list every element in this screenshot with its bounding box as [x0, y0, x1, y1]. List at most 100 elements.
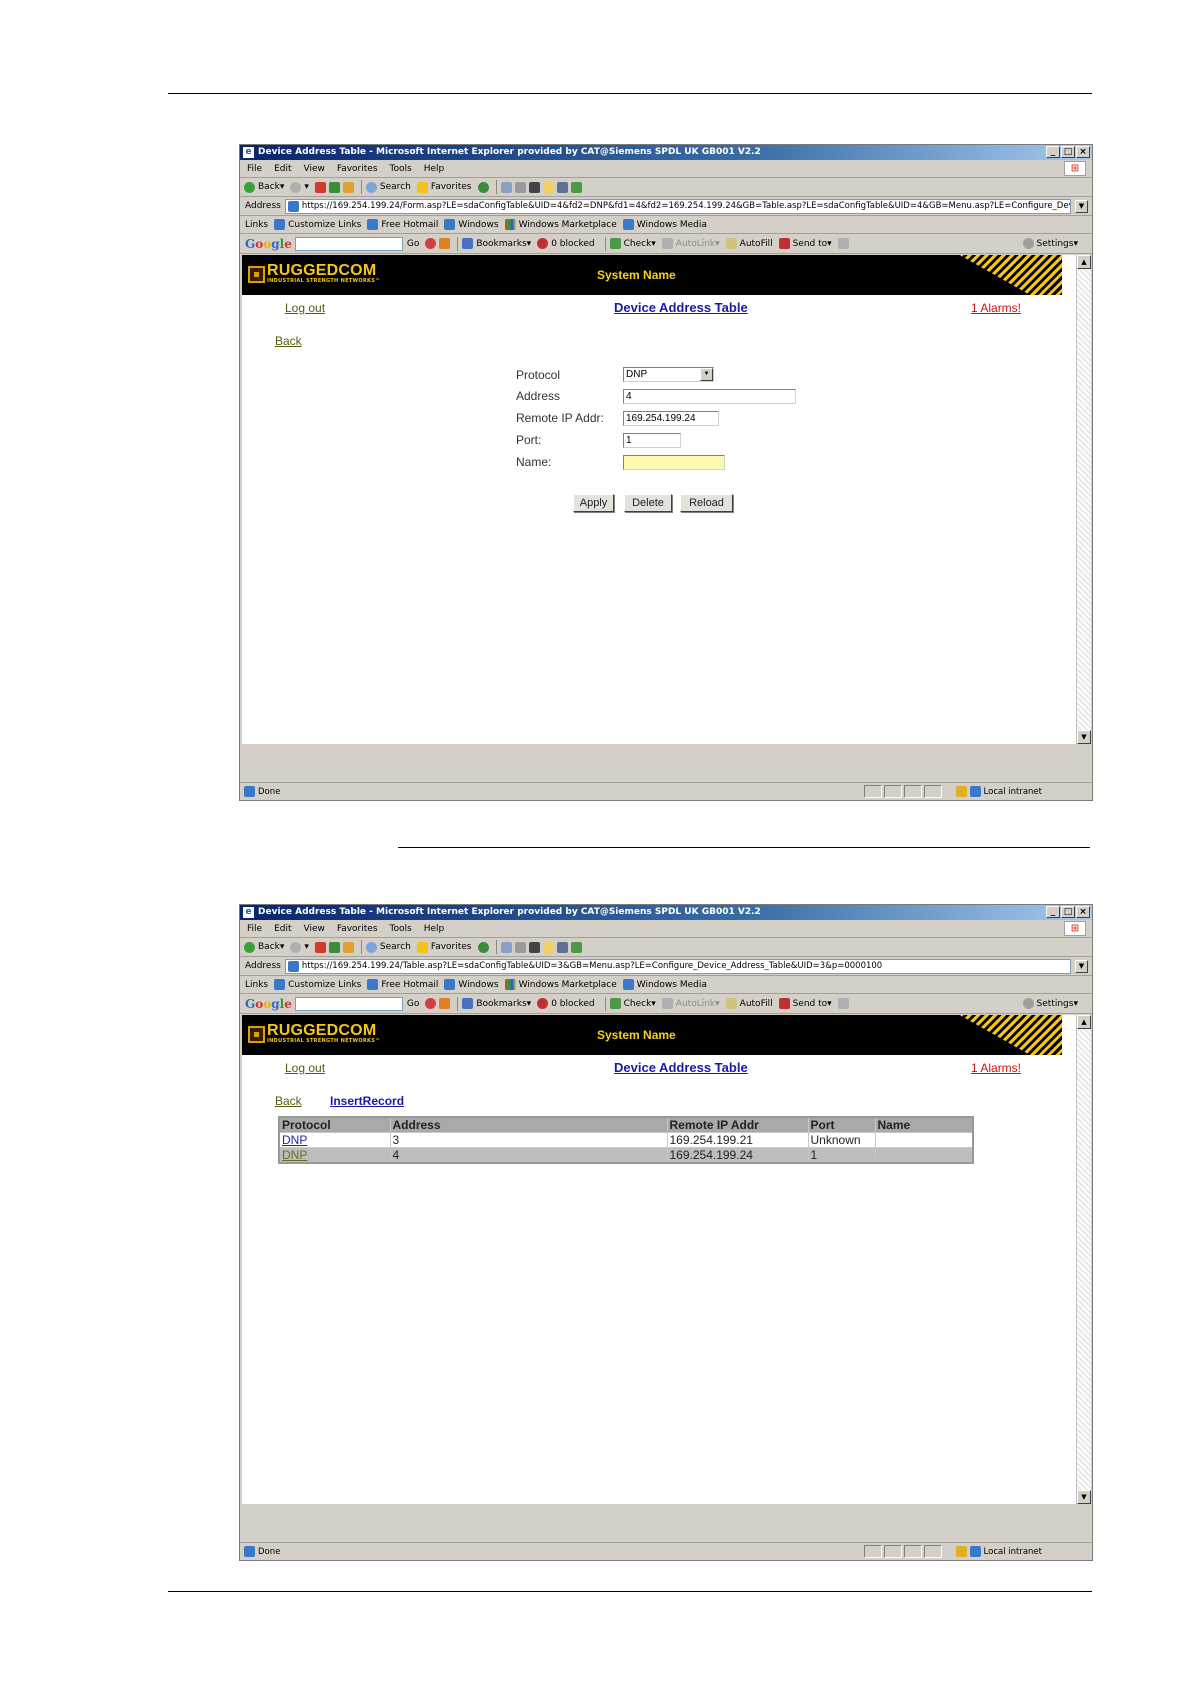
forward-button[interactable]: ▾: [290, 941, 309, 953]
page-title-link[interactable]: Device Address Table: [614, 1060, 748, 1075]
delete-button[interactable]: Delete: [624, 494, 672, 512]
edit-icon[interactable]: [528, 181, 540, 193]
link-windows-media[interactable]: Windows Media: [622, 979, 707, 990]
name-input[interactable]: [623, 455, 725, 470]
autolink-button[interactable]: AutoLink ▾: [661, 238, 720, 249]
minimize-button[interactable]: _: [1046, 906, 1060, 918]
mail-icon[interactable]: [500, 941, 512, 953]
protocol-link[interactable]: DNP: [282, 1148, 307, 1162]
menu-view[interactable]: View: [304, 164, 325, 174]
link-free-hotmail[interactable]: Free Hotmail: [367, 219, 438, 230]
autofill-button[interactable]: AutoFill: [725, 238, 773, 249]
refresh-icon[interactable]: [328, 941, 340, 953]
menu-file[interactable]: File: [247, 164, 262, 174]
research-icon[interactable]: [556, 941, 568, 953]
autolink-button[interactable]: AutoLink ▾: [661, 998, 720, 1009]
link-customize-links[interactable]: Customize Links: [274, 219, 361, 230]
menu-edit[interactable]: Edit: [274, 924, 291, 934]
maximize-button[interactable]: □: [1061, 146, 1075, 158]
back-link[interactable]: Back: [275, 334, 302, 348]
menu-help[interactable]: Help: [424, 924, 445, 934]
popup-blocker[interactable]: 0 blocked: [537, 998, 595, 1009]
maximize-button[interactable]: □: [1061, 906, 1075, 918]
messenger-icon[interactable]: [570, 181, 582, 193]
vertical-scrollbar[interactable]: ▲ ▼: [1076, 255, 1091, 744]
scroll-up-arrow-icon[interactable]: ▲: [1077, 1015, 1091, 1029]
cell-protocol[interactable]: DNP: [278, 1132, 391, 1148]
menu-file[interactable]: File: [247, 924, 262, 934]
mail-icon[interactable]: [500, 181, 512, 193]
page-title-link[interactable]: Device Address Table: [614, 300, 748, 315]
send-to-button[interactable]: Send to ▾: [778, 238, 832, 249]
news-icon[interactable]: [439, 238, 451, 249]
back-link[interactable]: Back: [275, 1094, 302, 1108]
remote-ip-input[interactable]: 169.254.199.24: [623, 411, 719, 426]
protocol-select[interactable]: DNP ▼: [623, 367, 714, 382]
autofill-button[interactable]: AutoFill: [725, 998, 773, 1009]
refresh-icon[interactable]: [328, 181, 340, 193]
spellcheck-button[interactable]: Check ▾: [609, 998, 656, 1009]
vertical-scrollbar[interactable]: ▲ ▼: [1076, 1015, 1091, 1504]
send-to-button[interactable]: Send to ▾: [778, 998, 832, 1009]
edit-icon[interactable]: [528, 941, 540, 953]
spellcheck-button[interactable]: Check ▾: [609, 238, 656, 249]
pencil-icon[interactable]: [837, 238, 849, 249]
menu-favorites[interactable]: Favorites: [337, 924, 378, 934]
menu-favorites[interactable]: Favorites: [337, 164, 378, 174]
close-button[interactable]: ×: [1076, 146, 1090, 158]
scroll-down-arrow-icon[interactable]: ▼: [1077, 1490, 1091, 1504]
favorites-button[interactable]: Favorites: [416, 941, 472, 953]
address-dropdown-button[interactable]: ▼: [1075, 959, 1088, 973]
logout-link[interactable]: Log out: [285, 1061, 325, 1075]
cell-protocol[interactable]: DNP: [278, 1147, 391, 1164]
address-input[interactable]: https://169.254.199.24/Table.asp?LE=sdaC…: [284, 958, 1071, 974]
minimize-button[interactable]: _: [1046, 146, 1060, 158]
google-search-input[interactable]: [294, 996, 403, 1011]
reload-button[interactable]: Reload: [680, 494, 733, 512]
settings-button[interactable]: Settings ▾: [1022, 238, 1078, 249]
home-icon[interactable]: [342, 181, 354, 193]
menu-tools[interactable]: Tools: [390, 164, 412, 174]
news-icon[interactable]: [439, 998, 451, 1009]
google-search-input[interactable]: [294, 236, 403, 251]
back-button[interactable]: Back ▾: [244, 181, 284, 193]
table-row[interactable]: DNP 4 169.254.199.24 1: [278, 1147, 974, 1164]
discuss-icon[interactable]: [542, 181, 554, 193]
home-icon[interactable]: [342, 941, 354, 953]
link-customize-links[interactable]: Customize Links: [274, 979, 361, 990]
history-icon[interactable]: [477, 941, 489, 953]
research-icon[interactable]: [556, 181, 568, 193]
forward-button[interactable]: ▾: [290, 181, 309, 193]
link-free-hotmail[interactable]: Free Hotmail: [367, 979, 438, 990]
alarms-link[interactable]: 1 Alarms!: [971, 1061, 1021, 1075]
bookmarks-button[interactable]: Bookmarks ▾: [462, 238, 531, 249]
chevron-down-icon[interactable]: ▼: [700, 368, 713, 381]
back-button[interactable]: Back ▾: [244, 941, 284, 953]
pencil-icon[interactable]: [837, 998, 849, 1009]
print-icon[interactable]: [514, 181, 526, 193]
scroll-up-arrow-icon[interactable]: ▲: [1077, 255, 1091, 269]
apply-button[interactable]: Apply: [573, 494, 614, 512]
address-input[interactable]: 4: [623, 389, 796, 404]
google-go-button[interactable]: Go: [407, 999, 419, 1009]
table-row[interactable]: DNP 3 169.254.199.21 Unknown: [278, 1132, 974, 1148]
link-windows[interactable]: Windows: [444, 979, 499, 990]
scroll-down-arrow-icon[interactable]: ▼: [1077, 730, 1091, 744]
link-windows-media[interactable]: Windows Media: [622, 219, 707, 230]
history-icon[interactable]: [477, 181, 489, 193]
google-go-button[interactable]: Go: [407, 239, 419, 249]
link-windows[interactable]: Windows: [444, 219, 499, 230]
search-button[interactable]: Search: [365, 941, 411, 953]
stop-icon[interactable]: [314, 181, 326, 193]
address-dropdown-button[interactable]: ▼: [1075, 199, 1088, 213]
link-windows-marketplace[interactable]: Windows Marketplace: [504, 219, 617, 230]
messenger-icon[interactable]: [570, 941, 582, 953]
address-input[interactable]: https://169.254.199.24/Form.asp?LE=sdaCo…: [284, 198, 1071, 214]
stop-icon[interactable]: [314, 941, 326, 953]
logout-link[interactable]: Log out: [285, 301, 325, 315]
close-button[interactable]: ×: [1076, 906, 1090, 918]
discuss-icon[interactable]: [542, 941, 554, 953]
menu-edit[interactable]: Edit: [274, 164, 291, 174]
link-windows-marketplace[interactable]: Windows Marketplace: [504, 979, 617, 990]
menu-view[interactable]: View: [304, 924, 325, 934]
